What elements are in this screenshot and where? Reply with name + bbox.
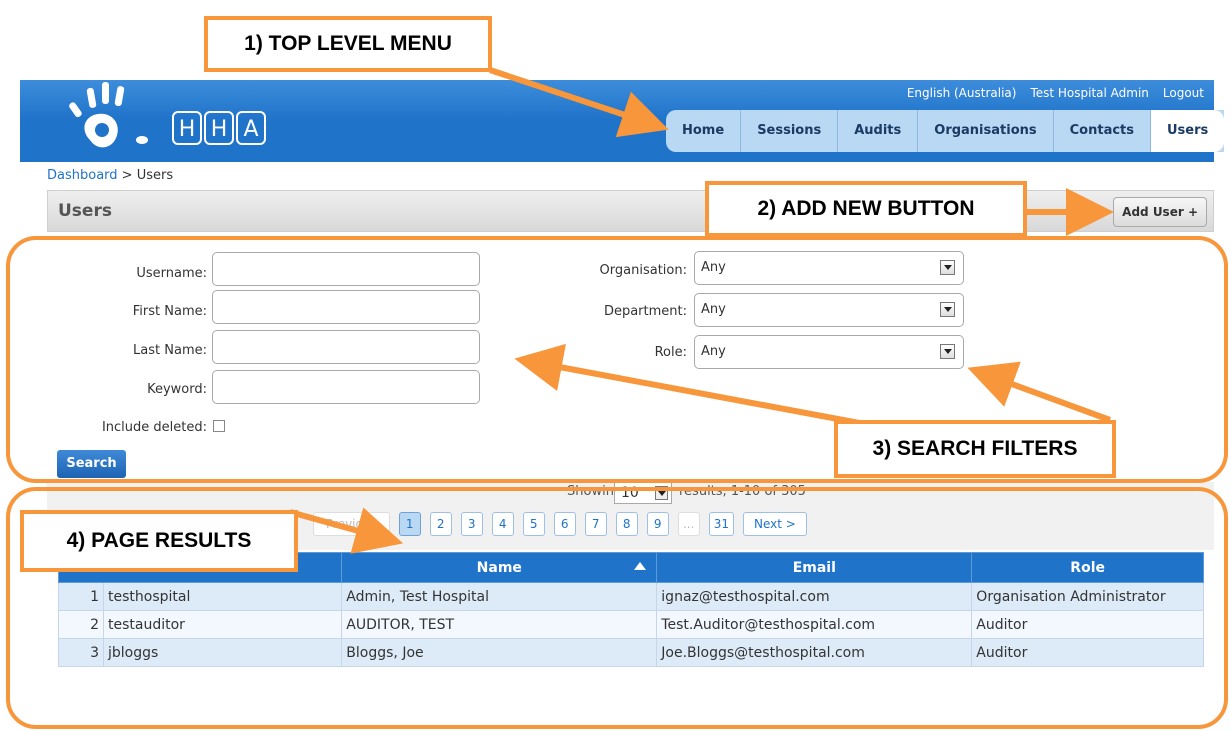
annotation-arrows (289, 67, 1114, 554)
callout-search-filters: 3) SEARCH FILTERS (834, 420, 1116, 478)
arrow-to-menu (489, 67, 669, 138)
arrow-to-text-filters (514, 343, 871, 428)
arrow-to-pager (289, 507, 404, 554)
callout-top-level-menu: 1) TOP LEVEL MENU (204, 16, 492, 72)
callout-add-new-button: 2) ADD NEW BUTTON (705, 181, 1027, 237)
arrow-to-select-filters (967, 361, 1112, 423)
callout-page-results: 4) PAGE RESULTS (20, 510, 298, 572)
